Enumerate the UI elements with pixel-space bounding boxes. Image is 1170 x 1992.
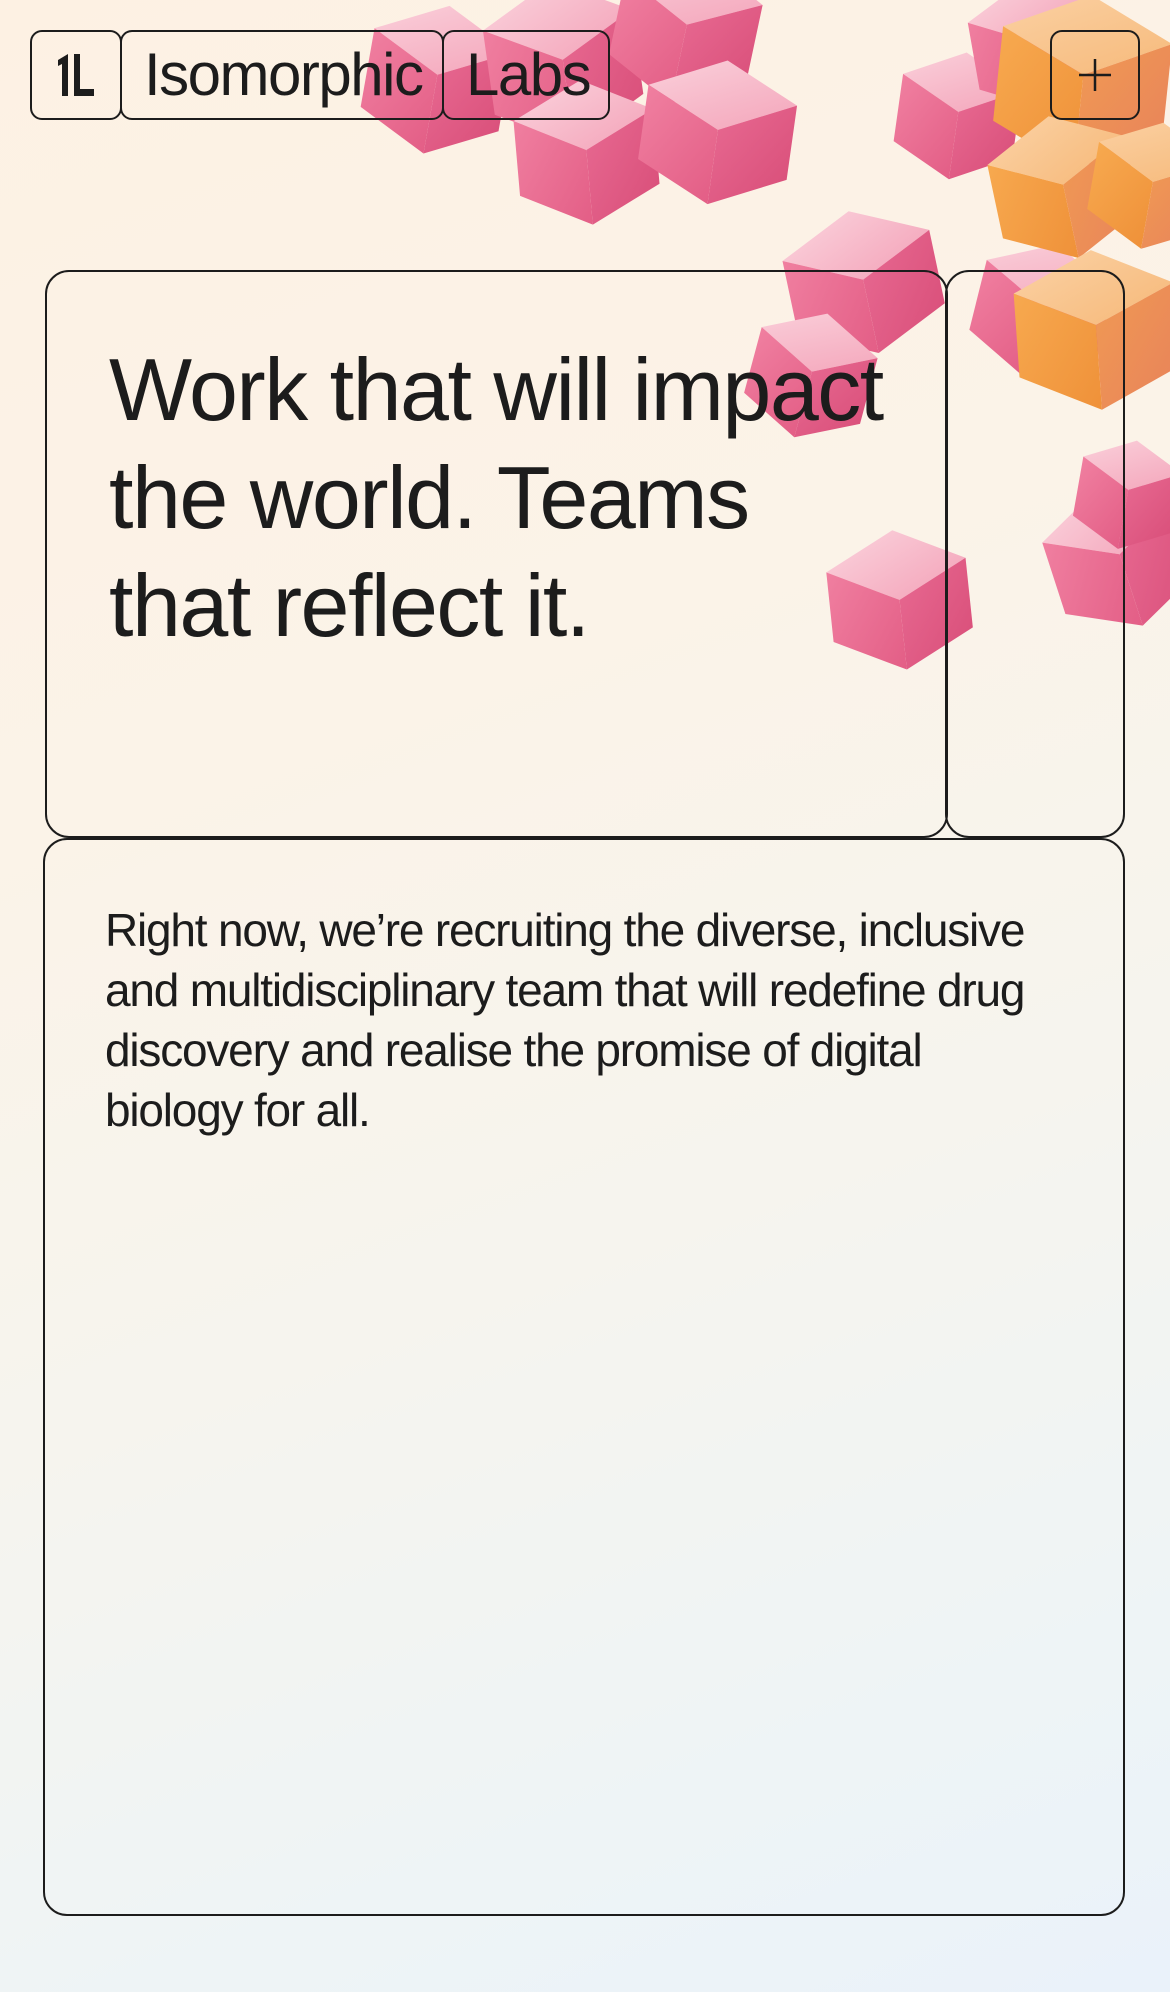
plus-icon <box>1079 59 1111 91</box>
cube <box>638 60 798 205</box>
isomorphic-labs-logo-icon <box>58 54 94 96</box>
cube <box>609 0 763 103</box>
site-header: Isomorphic Labs <box>30 30 610 120</box>
cube <box>1087 122 1170 249</box>
cube <box>987 116 1140 259</box>
brand-name-part1[interactable]: Isomorphic <box>120 30 444 120</box>
intro-card: Right now, we’re recruiting the diverse,… <box>43 838 1125 1916</box>
brand-name-part2[interactable]: Labs <box>442 30 610 120</box>
hero-card: Work that will impact the world. Teams t… <box>45 270 948 838</box>
intro-text: Right now, we’re recruiting the diverse,… <box>105 904 1025 1136</box>
hero-headline: Work that will impact the world. Teams t… <box>109 340 884 655</box>
logo-button[interactable] <box>30 30 122 120</box>
cube <box>893 52 1022 180</box>
hero-side-card <box>945 270 1125 838</box>
menu-button[interactable] <box>1050 30 1140 120</box>
